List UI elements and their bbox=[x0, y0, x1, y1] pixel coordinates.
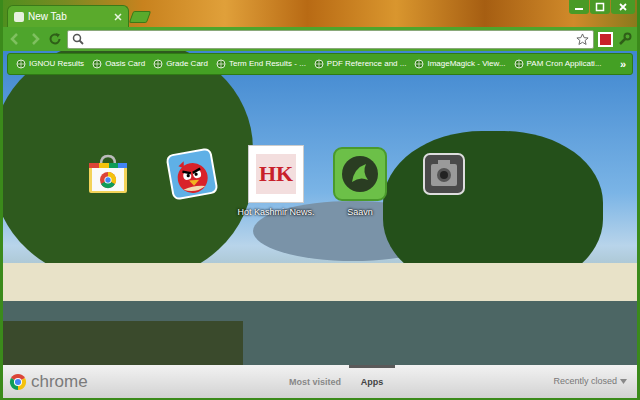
omnibox[interactable] bbox=[67, 30, 594, 49]
footer-bar: chrome Most visited Apps Recently closed bbox=[3, 365, 637, 398]
maximize-button[interactable] bbox=[590, 0, 610, 14]
bookmark-label: Oasis Card bbox=[105, 58, 145, 70]
saavn-icon bbox=[332, 146, 388, 202]
search-icon bbox=[72, 33, 84, 45]
app-icon-box bbox=[331, 145, 389, 203]
bookmark-label: IGNOU Results bbox=[29, 58, 84, 70]
star-icon[interactable] bbox=[576, 33, 589, 46]
maximize-icon bbox=[595, 2, 605, 12]
app-icon-box bbox=[79, 145, 137, 203]
close-icon bbox=[114, 13, 122, 21]
globe-icon bbox=[314, 59, 324, 69]
bookmark-item[interactable]: IGNOU Results bbox=[16, 58, 84, 70]
globe-icon bbox=[216, 59, 226, 69]
app-tile[interactable] bbox=[405, 145, 483, 220]
page-icon bbox=[14, 12, 24, 22]
forward-icon[interactable] bbox=[27, 31, 43, 47]
recently-closed-label: Recently closed bbox=[553, 375, 617, 389]
web-store-icon bbox=[86, 152, 130, 196]
tab-strip: New Tab bbox=[3, 0, 637, 27]
globe-icon bbox=[16, 59, 26, 69]
app-icon-box bbox=[163, 145, 221, 203]
app-tile[interactable] bbox=[153, 145, 231, 220]
bookmarks-bar: IGNOU Results Oasis Card Grade Card Term En… bbox=[7, 53, 633, 75]
reload-icon[interactable] bbox=[47, 31, 63, 47]
footer-sections: Most visited Apps bbox=[285, 365, 395, 398]
footer-section-label: Apps bbox=[361, 376, 384, 390]
apps-grid: HK Hot Kashmir News. Saavn bbox=[3, 145, 637, 220]
toolbar bbox=[3, 27, 637, 51]
globe-icon bbox=[414, 59, 424, 69]
bookmark-item[interactable]: PDF Reference and ... bbox=[314, 58, 407, 70]
app-label: Saavn bbox=[347, 206, 373, 220]
bookmark-item[interactable]: Grade Card bbox=[153, 58, 208, 70]
footer-section-tab[interactable]: Apps bbox=[349, 365, 395, 398]
app-icon-box: HK bbox=[247, 145, 305, 203]
dropdown-arrow-icon bbox=[620, 379, 627, 384]
globe-icon bbox=[514, 59, 524, 69]
app-tile[interactable]: Saavn bbox=[321, 145, 399, 220]
close-window-button[interactable] bbox=[611, 0, 635, 14]
new-tab-button[interactable] bbox=[129, 11, 151, 23]
bookmark-item[interactable]: ImageMagick - View... bbox=[414, 58, 505, 70]
hot-kashmir-icon: HK bbox=[248, 145, 304, 203]
app-tile[interactable] bbox=[69, 145, 147, 220]
globe-icon bbox=[153, 59, 163, 69]
bookmark-label: PDF Reference and ... bbox=[327, 58, 407, 70]
bookmark-item[interactable]: Term End Results - ... bbox=[216, 58, 306, 70]
extension-icon[interactable] bbox=[598, 32, 613, 47]
camera-icon bbox=[422, 152, 466, 196]
globe-icon bbox=[92, 59, 102, 69]
tab-label: New Tab bbox=[28, 9, 67, 24]
angry-bird-icon bbox=[166, 148, 218, 200]
recently-closed-menu[interactable]: Recently closed bbox=[553, 365, 631, 398]
new-tab-page: IGNOU Results Oasis Card Grade Card Term En… bbox=[3, 51, 637, 365]
footer-section-tab[interactable]: Most visited bbox=[285, 365, 345, 398]
minimize-button[interactable] bbox=[569, 0, 589, 14]
footer-section-label: Most visited bbox=[289, 376, 341, 390]
minimize-icon bbox=[574, 2, 584, 12]
bookmark-label: Grade Card bbox=[166, 58, 208, 70]
tab-close-button[interactable] bbox=[114, 13, 122, 21]
window-controls bbox=[569, 0, 635, 14]
bookmark-item[interactable]: Oasis Card bbox=[92, 58, 145, 70]
bookmarks-overflow-button[interactable]: » bbox=[620, 59, 626, 70]
app-tile[interactable]: HK Hot Kashmir News. bbox=[237, 145, 315, 220]
bookmark-label: ImageMagick - View... bbox=[427, 58, 505, 70]
close-icon bbox=[618, 2, 628, 12]
chrome-logo-text: chrome bbox=[31, 373, 88, 390]
hot-kashmir-logo-text: HK bbox=[259, 163, 293, 185]
app-label: Hot Kashmir News. bbox=[237, 206, 314, 220]
back-icon[interactable] bbox=[7, 31, 23, 47]
wrench-icon[interactable] bbox=[617, 31, 633, 47]
bookmark-label: PAM Cron Applicati... bbox=[527, 58, 602, 70]
bookmark-item[interactable]: PAM Cron Applicati... bbox=[514, 58, 602, 70]
chrome-logo-icon bbox=[9, 373, 27, 391]
browser-window: New Tab bbox=[0, 0, 640, 400]
app-icon-box bbox=[415, 145, 473, 203]
theme-background-photo bbox=[3, 51, 637, 365]
tab[interactable]: New Tab bbox=[7, 5, 129, 27]
bookmark-label: Term End Results - ... bbox=[229, 58, 306, 70]
